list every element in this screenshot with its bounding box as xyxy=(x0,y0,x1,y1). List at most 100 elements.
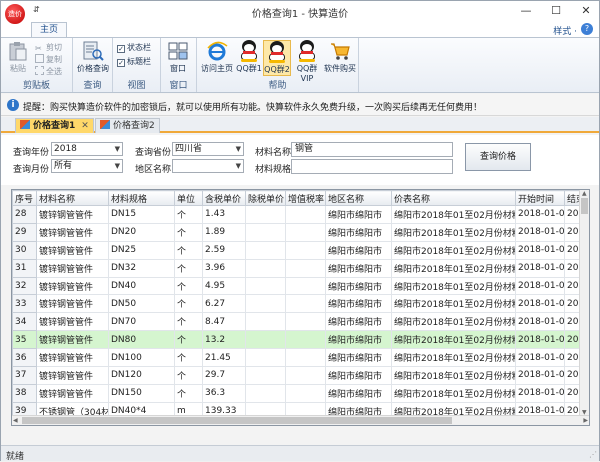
table-cell[interactable] xyxy=(285,383,326,403)
row-number-cell[interactable]: 28 xyxy=(12,205,37,224)
table-cell[interactable]: DN32 xyxy=(108,258,175,278)
table-cell[interactable]: 个 xyxy=(174,294,203,314)
app-logo[interactable]: 造价 xyxy=(4,3,26,25)
table-row[interactable]: 31镀锌钢管管件DN32个3.96 绵阳市绵阳市绵阳市2018年01至02月份材料… xyxy=(12,258,589,278)
minimize-button[interactable]: — xyxy=(515,3,537,19)
row-number-cell[interactable]: 29 xyxy=(12,222,37,242)
table-cell[interactable]: 绵阳市绵阳市 xyxy=(325,366,392,385)
table-cell[interactable]: 个 xyxy=(174,312,203,332)
table-cell[interactable]: 个 xyxy=(174,276,203,296)
table-cell[interactable]: 镀锌钢管管件 xyxy=(36,366,109,385)
table-cell[interactable] xyxy=(285,222,326,242)
table-cell[interactable]: 镀锌钢管管件 xyxy=(36,294,109,314)
table-cell[interactable] xyxy=(285,312,326,332)
table-row[interactable]: 37 镀锌钢管管件 DN120 个 29.7 绵阳市绵阳市 绵阳市2018年01至02月份材… xyxy=(12,366,589,385)
vertical-scroll-thumb[interactable] xyxy=(581,198,588,214)
table-cell[interactable]: 1.43 xyxy=(202,205,246,224)
column-header[interactable]: 增值税率 xyxy=(285,190,326,206)
row-number-cell[interactable]: 31 xyxy=(12,258,37,278)
table-cell[interactable] xyxy=(285,205,326,224)
paste-button[interactable]: 粘贴 xyxy=(3,40,33,76)
tab-home[interactable]: 主页 xyxy=(31,22,67,38)
table-cell[interactable] xyxy=(285,366,326,385)
table-cell[interactable]: 2018-01-01 xyxy=(515,294,565,314)
table-row[interactable]: 28镀锌钢管管件DN15个1.43 绵阳市绵阳市绵阳市2018年01至02月份材料… xyxy=(12,205,589,224)
table-cell[interactable] xyxy=(245,258,286,278)
row-number-cell[interactable]: 38 xyxy=(12,383,37,403)
price-query-button[interactable]: 价格查询 xyxy=(75,40,111,76)
horizontal-scroll-thumb[interactable] xyxy=(22,417,452,424)
style-menu[interactable]: 样式 · xyxy=(553,24,577,37)
scroll-right-icon[interactable]: ▶ xyxy=(583,417,588,424)
table-cell[interactable]: 绵阳市2018年01至02月份材料信息 xyxy=(391,383,516,403)
title-bar-checkbox[interactable]: ✓ 标题栏 xyxy=(117,56,151,67)
buy-software-button[interactable]: 软件购买 xyxy=(323,40,357,76)
table-cell[interactable]: 3.96 xyxy=(202,258,246,278)
table-cell[interactable]: 绵阳市2018年01至02月份材料信息 xyxy=(391,294,516,314)
qq-group1-button[interactable]: QQ群1 xyxy=(235,40,263,76)
table-cell[interactable]: 绵阳市绵阳市 xyxy=(325,294,392,314)
table-cell[interactable]: 29.7 xyxy=(202,366,246,385)
status-bar-checkbox[interactable]: ✓ 状态栏 xyxy=(117,42,151,53)
table-cell[interactable]: DN80 xyxy=(108,330,175,350)
tab-price-query-2[interactable]: 价格查询2 xyxy=(95,118,160,133)
table-cell[interactable]: 2018-01-01 xyxy=(515,276,565,296)
table-cell[interactable]: 镀锌钢管管件 xyxy=(36,240,109,260)
table-cell[interactable]: 绵阳市2018年01至02月份材料信息 xyxy=(391,330,516,350)
table-row[interactable]: 36 镀锌钢管管件 DN100 个 21.45 绵阳市绵阳市 绵阳市2018年01至02月份… xyxy=(12,348,589,368)
scroll-left-icon[interactable]: ◀ xyxy=(13,417,18,424)
row-number-cell[interactable]: 32 xyxy=(12,276,37,296)
table-cell[interactable]: 绵阳市2018年01至02月份材料信息 xyxy=(391,240,516,260)
column-header[interactable]: 序号 xyxy=(12,190,37,206)
help-icon[interactable]: ? xyxy=(581,23,593,35)
table-cell[interactable]: 2018-01-01 xyxy=(515,240,565,260)
table-cell[interactable] xyxy=(285,330,326,350)
table-cell[interactable] xyxy=(245,383,286,403)
column-header[interactable]: 开始时间 xyxy=(515,190,565,206)
table-cell[interactable]: 4.95 xyxy=(202,276,246,296)
table-cell[interactable]: 个 xyxy=(174,258,203,278)
province-select[interactable]: 四川省 ▼ xyxy=(172,142,244,156)
table-row[interactable]: 38 镀锌钢管管件 DN150 个 36.3 绵阳市绵阳市 绵阳市2018年01至02月份材… xyxy=(12,383,589,403)
table-cell[interactable]: 绵阳市绵阳市 xyxy=(325,383,392,403)
table-cell[interactable]: 2018-01-01 xyxy=(515,205,565,224)
maximize-button[interactable]: ☐ xyxy=(545,3,567,19)
window-button[interactable]: 窗口 xyxy=(162,40,194,76)
table-cell[interactable]: 2018-01-01 xyxy=(515,366,565,385)
table-cell[interactable]: 个 xyxy=(174,366,203,385)
table-cell[interactable]: 个 xyxy=(174,330,203,350)
copy-button[interactable]: 复制 xyxy=(35,54,62,65)
table-cell[interactable]: 8.47 xyxy=(202,312,246,332)
row-number-cell[interactable]: 35 xyxy=(12,330,37,350)
table-row[interactable]: 35镀锌钢管管件DN80个13.2 绵阳市绵阳市绵阳市2018年01至02月份材料… xyxy=(12,330,589,350)
table-cell[interactable]: 绵阳市2018年01至02月份材料信息 xyxy=(391,312,516,332)
table-cell[interactable]: DN100 xyxy=(108,348,175,368)
month-select[interactable]: 所有 ▼ xyxy=(51,159,123,173)
table-cell[interactable] xyxy=(285,348,326,368)
row-number-cell[interactable]: 36 xyxy=(12,348,37,368)
table-cell[interactable]: 个 xyxy=(174,205,203,224)
tab-price-query-1[interactable]: 价格查询1 ✕ xyxy=(15,118,94,133)
table-cell[interactable] xyxy=(245,222,286,242)
column-header[interactable]: 价表名称 xyxy=(391,190,516,206)
table-cell[interactable]: 绵阳市绵阳市 xyxy=(325,348,392,368)
column-header[interactable]: 材料名称 xyxy=(36,190,109,206)
table-cell[interactable]: 个 xyxy=(174,348,203,368)
table-cell[interactable]: DN15 xyxy=(108,205,175,224)
table-cell[interactable]: 2018-01-01 xyxy=(515,348,565,368)
table-row[interactable]: 34镀锌钢管管件DN70个8.47 绵阳市绵阳市绵阳市2018年01至02月份材料… xyxy=(12,312,589,332)
table-cell[interactable]: 绵阳市2018年01至02月份材料信息 xyxy=(391,348,516,368)
scroll-up-icon[interactable]: ▲ xyxy=(582,190,587,197)
table-cell[interactable] xyxy=(245,366,286,385)
table-cell[interactable]: 绵阳市2018年01至02月份材料信息 xyxy=(391,258,516,278)
row-number-cell[interactable]: 33 xyxy=(12,294,37,314)
table-cell[interactable] xyxy=(285,258,326,278)
table-cell[interactable] xyxy=(245,294,286,314)
close-button[interactable]: ✕ xyxy=(575,3,597,19)
table-cell[interactable]: 个 xyxy=(174,383,203,403)
table-cell[interactable]: DN50 xyxy=(108,294,175,314)
table-cell[interactable]: 个 xyxy=(174,222,203,242)
resize-grip-icon[interactable]: ⋰ xyxy=(589,450,597,459)
select-all-button[interactable]: 全选 xyxy=(35,66,62,77)
table-cell[interactable]: 2018-01-01 xyxy=(515,383,565,403)
